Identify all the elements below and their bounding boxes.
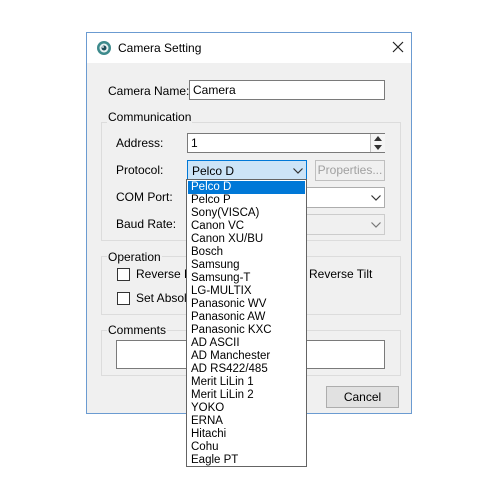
chevron-down-icon bbox=[371, 195, 381, 201]
protocol-option[interactable]: Pelco P bbox=[188, 194, 305, 207]
protocol-label: Protocol: bbox=[116, 163, 164, 177]
address-spinner[interactable] bbox=[370, 134, 385, 152]
reverse-pan-checkbox[interactable] bbox=[117, 268, 130, 281]
set-absolute-label: Set Absolu bbox=[136, 291, 194, 305]
protocol-option[interactable]: ERNA bbox=[188, 415, 305, 428]
chevron-down-icon bbox=[371, 222, 381, 228]
protocol-option[interactable]: Panasonic KXC bbox=[188, 324, 305, 337]
set-absolute-checkbox[interactable] bbox=[117, 292, 130, 305]
protocol-option[interactable]: YOKO bbox=[188, 402, 305, 415]
protocol-option[interactable]: Merit LiLin 1 bbox=[188, 376, 305, 389]
protocol-option[interactable]: Canon VC bbox=[188, 220, 305, 233]
window-title: Camera Setting bbox=[118, 41, 202, 55]
protocol-option[interactable]: Panasonic AW bbox=[188, 311, 305, 324]
protocol-option[interactable]: Hitachi bbox=[188, 428, 305, 441]
protocol-option[interactable]: Eagle PT bbox=[188, 454, 305, 467]
protocol-option[interactable]: AD Manchester bbox=[188, 350, 305, 363]
protocol-dropdown-list[interactable]: Pelco D Pelco P Sony(VISCA) Canon VC Canon X… bbox=[186, 179, 307, 467]
protocol-option[interactable]: AD ASCII bbox=[188, 337, 305, 350]
properties-button[interactable]: Properties... bbox=[315, 160, 385, 181]
protocol-option[interactable]: Pelco D bbox=[188, 181, 305, 194]
spin-down-icon[interactable] bbox=[374, 145, 382, 150]
operation-group-label: Operation bbox=[107, 250, 162, 264]
address-label: Address: bbox=[116, 136, 164, 150]
protocol-option[interactable]: AD RS422/485 bbox=[188, 363, 305, 376]
comments-group-label: Comments bbox=[107, 323, 168, 337]
baud-rate-label: Baud Rate: bbox=[116, 217, 177, 231]
camera-name-input[interactable]: Camera bbox=[189, 80, 385, 100]
cancel-button[interactable]: Cancel bbox=[326, 386, 399, 408]
camera-name-label: Camera Name: bbox=[108, 84, 190, 98]
protocol-option[interactable]: Canon XU/BU bbox=[188, 233, 305, 246]
camera-icon bbox=[97, 41, 111, 55]
spin-up-icon[interactable] bbox=[374, 136, 382, 141]
protocol-option[interactable]: Cohu bbox=[188, 441, 305, 454]
protocol-select[interactable]: Pelco D bbox=[187, 160, 307, 181]
title-bar: Camera Setting bbox=[87, 33, 411, 63]
close-button[interactable] bbox=[388, 37, 408, 57]
protocol-option[interactable]: Bosch bbox=[188, 246, 305, 259]
protocol-option[interactable]: Samsung-T bbox=[188, 272, 305, 285]
communication-group-label: Communication bbox=[107, 110, 193, 124]
protocol-option[interactable]: Merit LiLin 2 bbox=[188, 389, 305, 402]
protocol-option[interactable]: Sony(VISCA) bbox=[188, 207, 305, 220]
protocol-option[interactable]: Samsung bbox=[188, 259, 305, 272]
close-icon bbox=[392, 41, 404, 53]
com-port-label: COM Port: bbox=[116, 190, 173, 204]
address-value: 1 bbox=[191, 136, 198, 150]
protocol-option[interactable]: LG-MULTIX bbox=[188, 285, 305, 298]
chevron-down-icon bbox=[293, 168, 303, 174]
address-input[interactable]: 1 bbox=[187, 133, 385, 153]
reverse-tilt-label: Reverse Tilt bbox=[309, 267, 373, 281]
protocol-option[interactable]: Panasonic WV bbox=[188, 298, 305, 311]
protocol-selected-value: Pelco D bbox=[192, 164, 235, 178]
